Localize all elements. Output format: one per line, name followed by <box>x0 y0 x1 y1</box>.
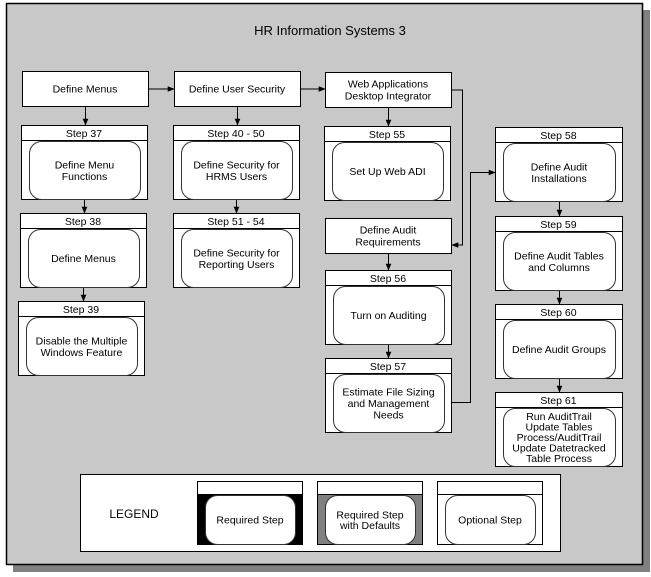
step-number: Step 51 - 54 <box>207 216 264 228</box>
process-box-label: Requirements <box>355 237 420 249</box>
step-number: Step 56 <box>370 273 406 285</box>
step-55-box[interactable]: Step 55 Set Up Web ADI <box>324 126 451 201</box>
step-task-label: Required Step <box>216 515 283 527</box>
step-56-box[interactable]: Step 56 Turn on Auditing <box>325 270 452 345</box>
step-task-label: HRMS Users <box>206 171 267 183</box>
step-task-label: and Management <box>348 398 430 410</box>
process-box-define-menus[interactable]: Define Menus <box>22 71 149 107</box>
step-header <box>317 481 423 495</box>
step-number: Step 59 <box>540 219 576 231</box>
step-task-label: Define Audit <box>531 161 588 173</box>
flowchart: HR Information Systems 3 Define Menus Def… <box>5 2 650 572</box>
step-task-label: Table Process <box>526 453 592 465</box>
step-number: Step 39 <box>63 304 99 316</box>
step-task-label: Define Security for <box>193 159 280 171</box>
process-box-label: Define Audit <box>360 225 417 237</box>
process-box-web-adi[interactable]: Web ApplicationsDesktop Integrator <box>325 72 452 108</box>
process-box-label: Web Applications <box>348 79 428 91</box>
legend-title: LEGEND <box>109 507 159 521</box>
step-number: Step 37 <box>66 128 102 140</box>
step-task-label: Turn on Auditing <box>350 310 426 322</box>
diagram-title: HR Information Systems 3 <box>254 23 406 38</box>
step-61-box[interactable]: Step 61Run AuditTrailUpdate TablesProces… <box>495 392 623 467</box>
step-number: Step 55 <box>369 129 405 141</box>
step-38-box[interactable]: Step 38 Define Menus <box>20 213 147 288</box>
step-task-label: Needs <box>373 410 403 422</box>
step-40-50-box[interactable]: Step 40 - 50 Define Security forHRMS User… <box>173 125 300 200</box>
step-task-label: with Defaults <box>339 520 400 532</box>
step-task-label: Define Audit Groups <box>512 344 606 356</box>
step-task-label: Define Audit Tables <box>514 250 604 262</box>
step-task-label: Set Up Web ADI <box>349 166 425 178</box>
step-39-box[interactable]: Step 39 Disable the MultipleWindows Featu… <box>18 301 145 376</box>
step-task-label: Define Security for <box>193 247 280 259</box>
step-number: Step 38 <box>65 216 101 228</box>
step-task-label: Functions <box>62 171 108 183</box>
process-box-label: Define User Security <box>189 84 286 96</box>
step-task-label: Optional Step <box>458 515 522 527</box>
diagram-canvas: HR Information Systems 3 Define Menus Def… <box>0 0 651 577</box>
process-box-define-user-security[interactable]: Define User Security <box>174 71 301 107</box>
step-number: Step 58 <box>540 130 576 142</box>
step-task-label: Define Menus <box>51 253 116 265</box>
step-number: Step 61 <box>540 395 576 407</box>
step-number: Step 60 <box>540 307 576 319</box>
step-task-label: Estimate File Sizing <box>342 387 434 399</box>
step-task-label: Define Menu <box>55 159 115 171</box>
step-58-box[interactable]: Step 58 Define AuditInstallations <box>495 127 623 202</box>
process-box-define-audit-requirements[interactable]: Define AuditRequirements <box>325 218 452 254</box>
step-60-box[interactable]: Step 60 Define Audit Groups <box>495 304 623 379</box>
step-task-label: Windows Feature <box>41 347 123 359</box>
legend-item-defaults[interactable]: Required Stepwith Defaults <box>317 481 423 545</box>
process-box-label: Define Menus <box>53 84 118 96</box>
step-header <box>437 481 543 495</box>
step-51-54-box[interactable]: Step 51 - 54 Define Security forReporting… <box>173 213 300 288</box>
step-37-box[interactable]: Step 37 Define MenuFunctions <box>21 125 148 200</box>
step-task-label: Installations <box>531 173 586 185</box>
process-box-label: Desktop Integrator <box>345 91 432 103</box>
step-task-label: Reporting Users <box>199 259 275 271</box>
step-header <box>197 481 303 495</box>
legend-item-required[interactable]: Required Step <box>197 481 303 545</box>
legend-item-optional[interactable]: Optional Step <box>437 481 543 545</box>
legend: LEGEND Required Step Required Stepwith De… <box>80 474 561 552</box>
step-59-box[interactable]: Step 59 Define Audit Tablesand Columns <box>495 216 623 291</box>
step-task-label: and Columns <box>528 262 590 274</box>
step-number: Step 40 - 50 <box>207 128 264 140</box>
step-number: Step 57 <box>370 361 406 373</box>
step-57-box[interactable]: Step 57 Estimate File Sizingand Managemen… <box>325 358 452 433</box>
step-task-label: Disable the Multiple <box>36 335 128 347</box>
